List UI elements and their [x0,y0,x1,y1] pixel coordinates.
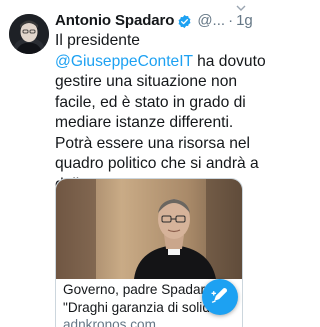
tweet-text-line: Potrà essere una risorsa nel [55,134,251,152]
verified-badge-icon [177,14,192,29]
author-handle[interactable]: @... [197,11,225,31]
tweet-text: Il presidente @GiuseppeConteIT ha dovuto… [55,31,266,195]
mention-link[interactable]: @GiuseppeConteIT [55,53,193,70]
tweet-header: Antonio Spadaro @... · 1g [55,11,253,31]
avatar[interactable] [9,14,49,54]
compose-tweet-button[interactable] [202,279,238,315]
tweet[interactable]: Antonio Spadaro @... · 1g Il presidente … [0,0,266,327]
card-image [56,179,242,279]
tweet-text-fragment: ha dovuto [192,52,266,70]
tweet-text-line: facile, ed è stato in grado di [55,93,246,111]
separator-dot: · [228,12,234,29]
compose-tweet-icon [210,285,230,310]
tweet-text-line: @GiuseppeConteIT ha dovuto [55,52,266,73]
card-domain: adnkronos.com [63,317,156,327]
tweet-text-line: gestire una situazione non [55,73,238,90]
author-name[interactable]: Antonio Spadaro [55,11,174,31]
tweet-text-line: mediare istanze differenti. [55,114,234,131]
chevron-down-icon[interactable] [236,2,246,16]
tweet-text-line: Il presidente [55,32,140,49]
tweet-text-line: quadro politico che si andrà a [55,155,259,172]
